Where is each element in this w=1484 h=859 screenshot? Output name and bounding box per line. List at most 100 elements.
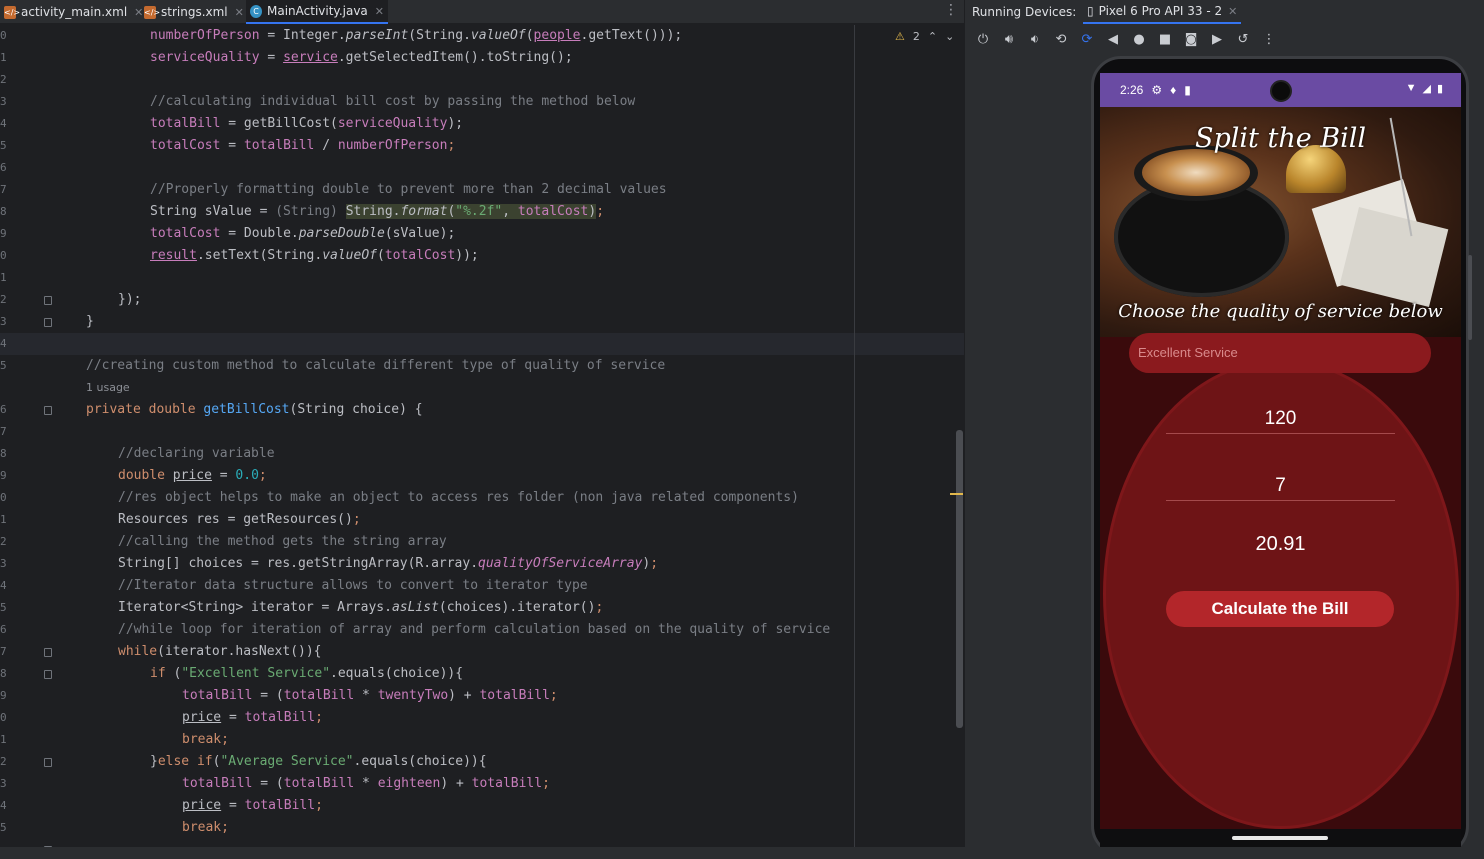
- line-number: 7: [0, 645, 7, 658]
- code-token: Resources res = getResources(): [118, 512, 353, 527]
- code-line[interactable]: double price = 0.0;: [118, 465, 267, 487]
- code-token: = (: [252, 688, 284, 703]
- people-count-input[interactable]: 7: [1166, 471, 1395, 501]
- code-line[interactable]: //creating custom method to calculate di…: [86, 355, 665, 377]
- fold-marker-icon[interactable]: [44, 648, 52, 657]
- rotate-left-icon[interactable]: ⟲: [1051, 29, 1071, 49]
- code-token: ) +: [448, 688, 480, 703]
- code-token: (String): [275, 204, 338, 219]
- home-handle[interactable]: [1232, 836, 1328, 840]
- java-class-icon: C: [250, 4, 262, 18]
- service-quality-spinner[interactable]: Excellent Service: [1129, 333, 1431, 373]
- code-line[interactable]: totalBill = (totalBill * twentyTwo) + to…: [182, 685, 558, 707]
- code-token: (: [525, 28, 534, 43]
- inspection-widget[interactable]: ⚠ 2 ⌃ ⌄: [895, 30, 954, 43]
- fold-marker-icon[interactable]: [44, 296, 52, 305]
- code-line[interactable]: Resources res = getResources();: [118, 509, 361, 531]
- device-tab[interactable]: ▯ Pixel 6 Pro API 33 - 2 ✕: [1083, 0, 1242, 24]
- code-line[interactable]: //while loop for iteration of array and …: [118, 619, 830, 641]
- warning-stripe-marker[interactable]: [950, 493, 963, 495]
- code-line[interactable]: String sValue = (String) String.format("…: [150, 201, 604, 223]
- code-token: ;: [258, 468, 267, 483]
- code-line[interactable]: price = totalBill;: [182, 795, 323, 817]
- code-line[interactable]: while(iterator.hasNext()){: [118, 641, 322, 663]
- editor-scrollbar[interactable]: [956, 430, 963, 728]
- close-icon[interactable]: ✕: [375, 5, 384, 18]
- code-line[interactable]: break;: [182, 729, 229, 751]
- more-icon[interactable]: ⋮: [1259, 29, 1279, 49]
- code-token: =: [211, 468, 236, 483]
- fold-marker-icon[interactable]: [44, 406, 52, 415]
- phone-screen[interactable]: 2:26 ⚙ ♦ ▮ ▼ ◢ ▮ Split the Bill Choose t…: [1100, 73, 1461, 847]
- code-line[interactable]: //Properly formatting double to prevent …: [150, 179, 667, 201]
- fold-marker-icon[interactable]: [44, 318, 52, 327]
- tab-activity-main-xml[interactable]: </> activity_main.xml ✕: [0, 0, 143, 24]
- code-line[interactable]: Iterator<String> iterator = Arrays.asLis…: [118, 597, 603, 619]
- back-icon[interactable]: ◀: [1103, 29, 1123, 49]
- running-devices-header: Running Devices: ▯ Pixel 6 Pro API 33 - …: [965, 0, 1484, 24]
- code-line[interactable]: numberOfPerson = Integer.parseInt(String…: [150, 25, 682, 47]
- tab-strings-xml[interactable]: </> strings.xml ✕: [140, 0, 244, 24]
- code-token: totalBill: [244, 798, 316, 813]
- code-token: numberOfPerson: [150, 28, 260, 43]
- tab-mainactivity-java[interactable]: C MainActivity.java ✕: [246, 0, 388, 24]
- code-line[interactable]: //calling the method gets the string arr…: [118, 531, 447, 553]
- code-line[interactable]: result.setText(String.valueOf(totalCost)…: [150, 245, 479, 267]
- code-line[interactable]: serviceQuality = service.getSelectedItem…: [150, 47, 573, 69]
- code-token: }: [86, 314, 94, 329]
- close-icon[interactable]: ✕: [235, 6, 244, 19]
- code-line[interactable]: //Iterator data structure allows to conv…: [118, 575, 588, 597]
- bill-amount-input[interactable]: 120: [1166, 404, 1395, 434]
- line-number: 4: [0, 337, 7, 350]
- usage-hint[interactable]: 1 usage: [86, 381, 130, 394]
- code-token: =: [259, 50, 284, 65]
- overview-icon[interactable]: ■: [1155, 29, 1175, 49]
- code-line[interactable]: totalCost = Double.parseDouble(sValue);: [150, 223, 455, 245]
- code-token: totalCost: [517, 204, 589, 219]
- power-icon[interactable]: ⏻: [973, 29, 993, 49]
- device-panel-scrollbar[interactable]: [1468, 255, 1472, 340]
- code-line[interactable]: });: [118, 289, 141, 311]
- code-token: twentyTwo: [377, 688, 449, 703]
- chevron-up-icon[interactable]: ⌃: [928, 30, 937, 43]
- fold-marker-icon[interactable]: [44, 670, 52, 679]
- screen-record-icon[interactable]: ▶: [1207, 29, 1227, 49]
- code-line[interactable]: String[] choices = res.getStringArray(R.…: [118, 553, 658, 575]
- code-line[interactable]: totalBill = (totalBill * eighteen) + tot…: [182, 773, 550, 795]
- code-token: (choices).iterator(): [438, 600, 596, 615]
- code-line[interactable]: private double getBillCost(String choice…: [86, 399, 423, 421]
- code-token: .getText()));: [580, 28, 683, 43]
- code-line[interactable]: totalBill = getBillCost(serviceQuality);: [150, 113, 463, 135]
- code-token: /: [314, 138, 338, 153]
- code-line[interactable]: }: [86, 311, 94, 333]
- code-line[interactable]: //res object helps to make an object to …: [118, 487, 799, 509]
- volume-down-icon[interactable]: 🔉︎: [1025, 29, 1045, 49]
- line-number: 8: [0, 205, 7, 218]
- calculate-button[interactable]: Calculate the Bill: [1166, 591, 1394, 627]
- line-number-gutter: 0 1 2 3 4 5 6 7 8 9 0 1 2 3 4 5 6 7 8 9 0 1 2 3 4 5 6 7 8 9 0 1 2 3 4 5: [0, 25, 56, 847]
- home-icon[interactable]: ●: [1129, 29, 1149, 49]
- code-line[interactable]: if ("Excellent Service".equals(choice)){: [150, 663, 463, 685]
- code-line[interactable]: //calculating individual bill cost by pa…: [150, 91, 635, 113]
- line-number: 9: [0, 227, 7, 240]
- more-tabs-icon[interactable]: ⋮: [944, 2, 958, 18]
- code-line[interactable]: price = totalBill;: [182, 707, 323, 729]
- reset-icon[interactable]: ↺: [1233, 29, 1253, 49]
- line-number: 0: [0, 249, 7, 262]
- fold-marker-icon[interactable]: [44, 758, 52, 767]
- volume-up-icon[interactable]: 🔊︎: [999, 29, 1019, 49]
- close-icon[interactable]: ✕: [1228, 5, 1237, 18]
- chevron-down-icon[interactable]: ⌄: [945, 30, 954, 43]
- code-token: ,: [502, 204, 518, 219]
- code-line[interactable]: totalCost = totalBill / numberOfPerson;: [150, 135, 455, 157]
- screenshot-icon[interactable]: ◙: [1181, 29, 1201, 49]
- code-line[interactable]: break;: [182, 817, 229, 839]
- code-editor[interactable]: 0 1 2 3 4 5 6 7 8 9 0 1 2 3 4 5 6 7 8 9 0 1 2 3 4 5 6 7 8 9 0 1 2 3 4 5 num…: [0, 25, 964, 847]
- code-line[interactable]: //declaring variable: [118, 443, 275, 465]
- rotate-right-icon[interactable]: ⟳: [1077, 29, 1097, 49]
- right-margin-guide: [854, 25, 855, 847]
- code-token: totalBill: [243, 138, 315, 153]
- code-line[interactable]: }else if("Average Service".equals(choice…: [150, 751, 487, 773]
- system-icons: ▼ ◢ ▮: [1406, 82, 1443, 95]
- code-token: format: [400, 204, 448, 219]
